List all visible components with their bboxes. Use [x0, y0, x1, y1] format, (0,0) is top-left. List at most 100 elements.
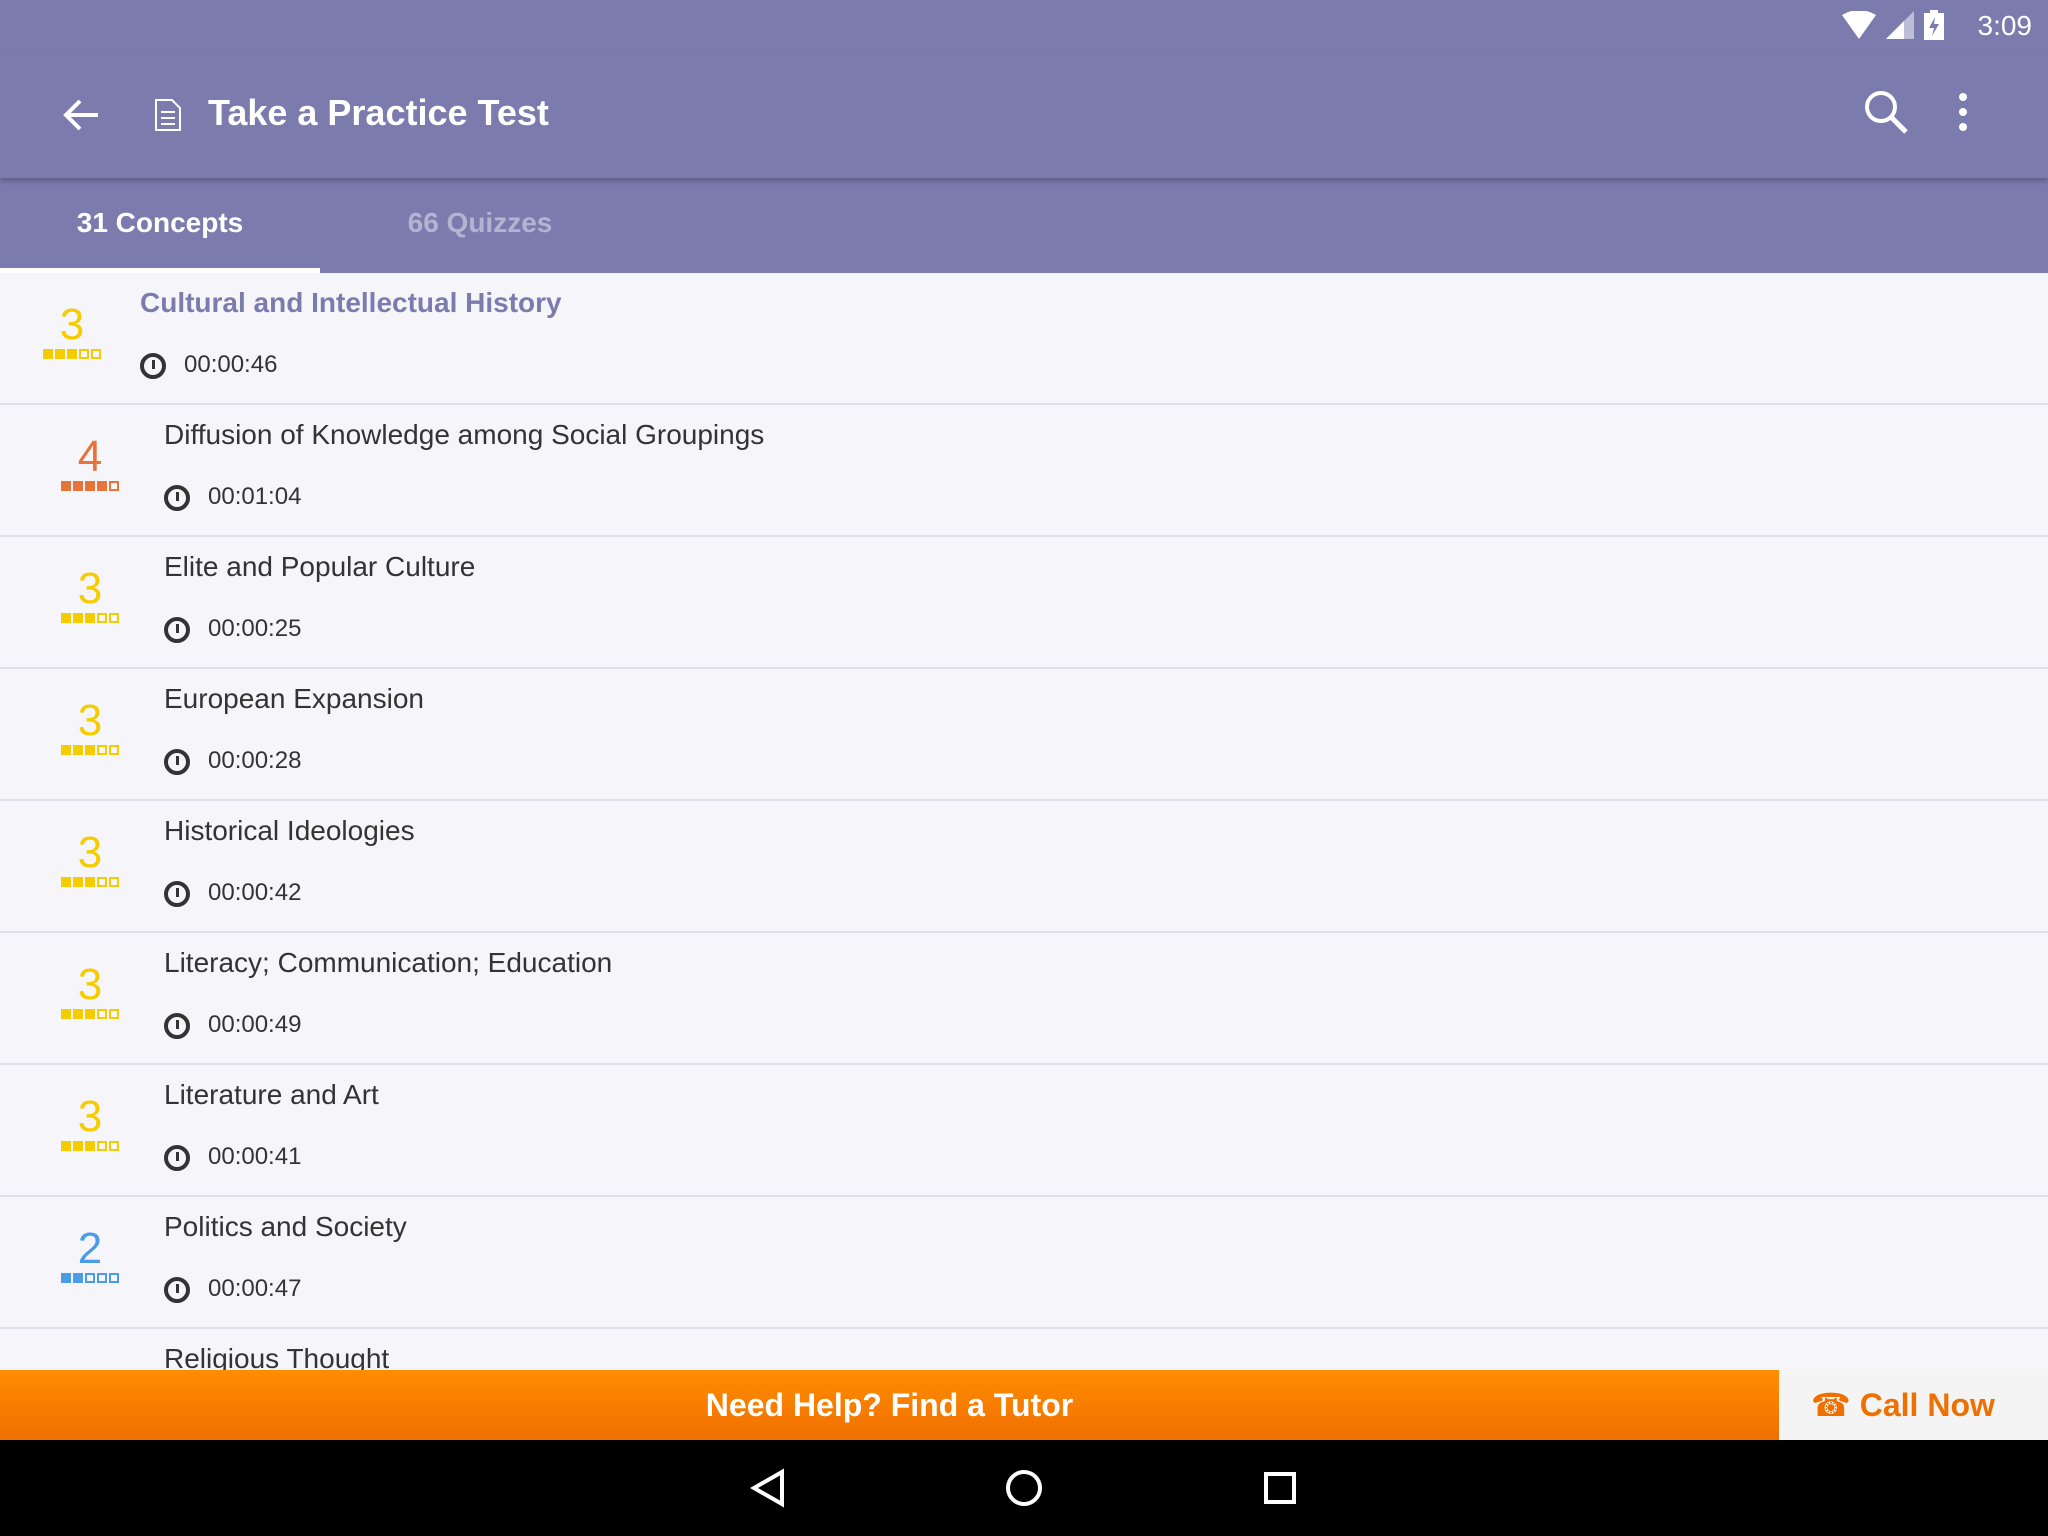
level-square [73, 877, 83, 887]
level-square [109, 745, 119, 755]
signal-icon [1886, 11, 1914, 39]
tab-concepts[interactable]: 31 Concepts [0, 178, 320, 273]
more-vert-icon[interactable] [1958, 92, 1968, 132]
clock-time: 3:09 [1977, 10, 2033, 41]
call-now-label: Call Now [1859, 1387, 1995, 1423]
concept-name: Historical Ideologies [164, 815, 415, 846]
level-square [85, 1273, 95, 1283]
concept-duration: 00:00:47 [208, 1275, 302, 1302]
wifi-icon [1842, 11, 1876, 39]
level-square [61, 745, 71, 755]
concept-duration: 00:00:46 [184, 351, 278, 378]
concept-name: Literacy; Communication; Education [164, 947, 613, 978]
concept-name: Cultural and Intellectual History [140, 287, 562, 318]
concept-duration: 00:00:49 [208, 1011, 302, 1038]
level-number: 3 [77, 1092, 103, 1141]
level-square [85, 1009, 95, 1019]
nav-back-icon[interactable] [750, 1468, 786, 1508]
level-squares [40, 1273, 140, 1283]
concept-list: 3 Cultural and Intellectual History 00:00:… [0, 273, 2048, 1461]
level-square [61, 481, 71, 491]
concept-row[interactable]: 3 Literature and Art 00:00:41 [0, 1065, 2048, 1197]
level-squares [40, 745, 140, 755]
level-square [109, 613, 119, 623]
level-indicator: 3 [40, 831, 140, 887]
level-number: 3 [77, 828, 103, 877]
level-square [73, 613, 83, 623]
level-square [97, 745, 107, 755]
concept-row[interactable]: 2 Politics and Society 00:00:47 [0, 1197, 2048, 1329]
clock-icon [164, 881, 190, 907]
level-square [55, 349, 65, 359]
concept-row[interactable]: 3 Elite and Popular Culture 00:00:25 [0, 537, 2048, 669]
concept-name: Literature and Art [164, 1079, 379, 1110]
level-square [61, 877, 71, 887]
status-bar: 3:09 [0, 0, 2048, 52]
level-square [85, 745, 95, 755]
level-indicator: 3 [40, 567, 140, 623]
level-square [109, 1009, 119, 1019]
level-square [97, 1141, 107, 1151]
level-square [109, 1141, 119, 1151]
level-square [97, 1273, 107, 1283]
level-square [85, 1141, 95, 1151]
concept-row[interactable]: 3 Cultural and Intellectual History 00:00:… [0, 273, 2048, 405]
concept-row[interactable]: 3 European Expansion 00:00:28 [0, 669, 2048, 801]
level-squares [40, 877, 140, 887]
level-number: 3 [59, 300, 85, 349]
document-icon [155, 99, 181, 131]
level-square [73, 1141, 83, 1151]
level-indicator: 3 [40, 963, 140, 1019]
call-now-button[interactable]: ☎ Call Now [1779, 1370, 2048, 1440]
clock-icon [164, 1013, 190, 1039]
level-number: 4 [77, 432, 103, 481]
concept-duration: 00:00:28 [208, 747, 302, 774]
concept-duration: 00:01:04 [208, 483, 302, 510]
clock-icon [164, 749, 190, 775]
level-number: 3 [77, 564, 103, 613]
level-square [79, 349, 89, 359]
concept-duration: 00:00:42 [208, 879, 302, 906]
level-square [61, 613, 71, 623]
concept-duration: 00:00:25 [208, 615, 302, 642]
level-square [97, 877, 107, 887]
concept-row[interactable]: 4 Diffusion of Knowledge among Social Gro… [0, 405, 2048, 537]
level-squares [22, 349, 122, 359]
level-square [109, 481, 119, 491]
phone-icon: ☎ [1811, 1387, 1851, 1423]
tab-bar: 31 Concepts 66 Quizzes [0, 178, 2048, 273]
concept-name: Diffusion of Knowledge among Social Grou… [164, 419, 765, 450]
clock-icon [164, 1277, 190, 1303]
clock-icon [164, 1145, 190, 1171]
concept-row[interactable]: 3 Literacy; Communication; Education 00:00… [0, 933, 2048, 1065]
level-square [85, 613, 95, 623]
clock-icon [164, 485, 190, 511]
clock-icon [140, 353, 166, 379]
concept-row[interactable]: 3 Historical Ideologies 00:00:42 [0, 801, 2048, 933]
level-square [61, 1141, 71, 1151]
level-indicator: 2 [40, 1227, 140, 1283]
level-square [67, 349, 77, 359]
level-square [73, 1273, 83, 1283]
level-number: 3 [77, 960, 103, 1009]
tab-quizzes[interactable]: 66 Quizzes [320, 178, 640, 273]
nav-home-icon[interactable] [1004, 1468, 1044, 1508]
level-square [91, 349, 101, 359]
nav-recents-icon[interactable] [1262, 1468, 1298, 1508]
back-arrow-icon[interactable] [58, 92, 104, 138]
app-toolbar: Take a Practice Test [0, 52, 2048, 178]
level-indicator: 3 [40, 699, 140, 755]
battery-charging-icon [1924, 10, 1944, 40]
system-nav-bar [0, 1440, 2048, 1536]
level-square [73, 481, 83, 491]
level-squares [40, 613, 140, 623]
level-square [109, 877, 119, 887]
level-squares [40, 1009, 140, 1019]
search-icon[interactable] [1862, 88, 1910, 136]
level-number: 3 [77, 696, 103, 745]
level-indicator: 4 [40, 435, 140, 491]
concept-duration: 00:00:41 [208, 1143, 302, 1170]
concept-name: Politics and Society [164, 1211, 407, 1242]
find-tutor-button[interactable]: Need Help? Find a Tutor [0, 1370, 1779, 1440]
level-squares [40, 481, 140, 491]
